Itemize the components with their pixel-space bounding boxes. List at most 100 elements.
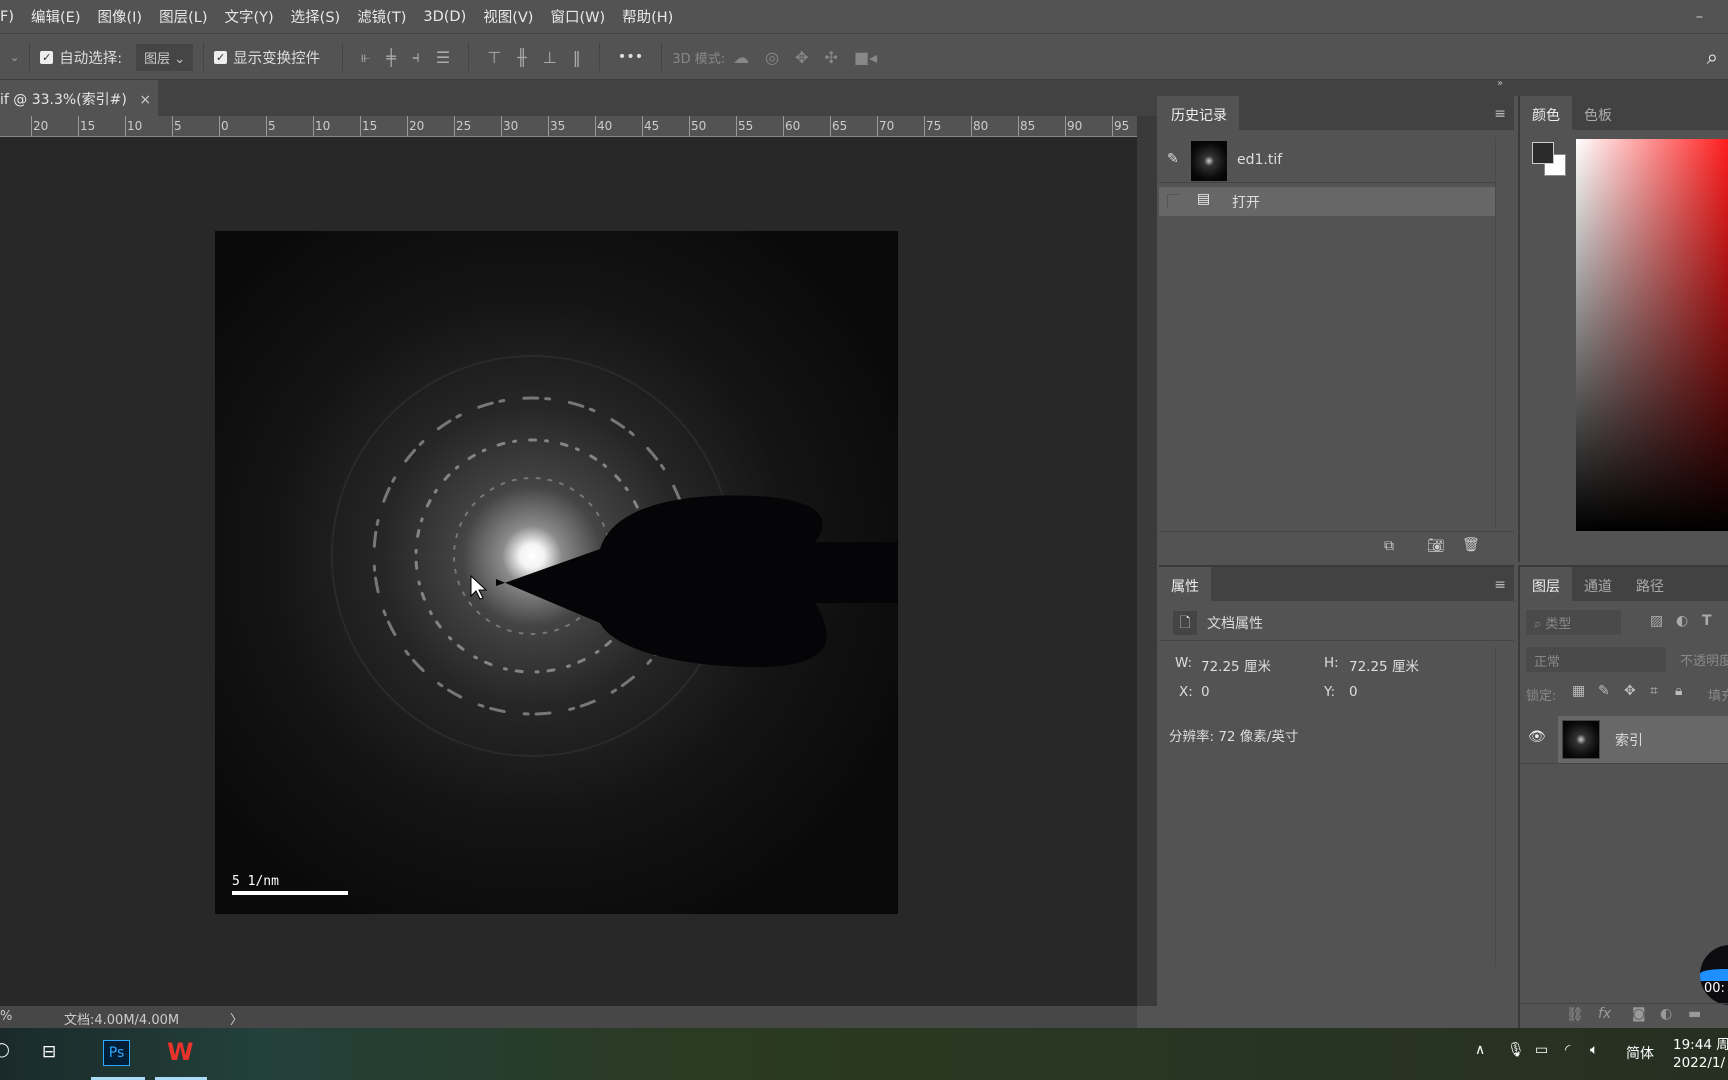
menu-3d[interactable]: 3D(D) (423, 9, 466, 25)
collapse-panels-icon[interactable]: » (1497, 78, 1503, 89)
taskbar-photoshop[interactable]: Ps (91, 1028, 145, 1080)
align-right-icon[interactable]: ⫞ (412, 47, 420, 67)
show-transform-checkbox[interactable]: ✓ (214, 50, 228, 64)
document-tab[interactable]: if @ 33.3%(索引#) × (0, 80, 158, 116)
wifi-icon[interactable]: ◜ (1565, 1042, 1570, 1058)
divider (203, 43, 205, 71)
input-method[interactable]: 简体 (1626, 1043, 1654, 1063)
lock-artboard-icon[interactable]: ⌗ (1650, 683, 1658, 699)
y-value[interactable]: 0 (1349, 684, 1358, 700)
tab-color[interactable]: 颜色 (1520, 96, 1572, 130)
cursor-icon (470, 574, 488, 600)
more-button[interactable]: ••• (618, 49, 644, 65)
battery-icon[interactable]: ▭ (1535, 1042, 1548, 1058)
zoom-level[interactable]: % (0, 1009, 12, 1024)
orbit-icon[interactable]: ☁ (733, 48, 749, 67)
type-filter-icon[interactable]: T (1702, 613, 1712, 629)
layer-name[interactable]: 索引 (1615, 730, 1643, 750)
search-circle-icon[interactable]: ◯ (0, 1042, 10, 1058)
menu-type[interactable]: 文字(Y) (224, 6, 273, 27)
lock-label: 锁定: (1526, 689, 1557, 704)
pan-icon[interactable]: ✥ (795, 48, 808, 67)
distribute-vertical-icon[interactable]: ‖ (573, 48, 581, 67)
menu-file[interactable]: F) (0, 9, 14, 25)
tab-layers[interactable]: 图层 (1520, 567, 1572, 601)
chevron-down-icon[interactable]: ⌄ (10, 51, 19, 64)
tab-properties[interactable]: 属性 (1159, 567, 1211, 601)
visibility-eye-icon[interactable]: 👁︎ (1528, 729, 1546, 745)
menu-filter[interactable]: 滤镜(T) (357, 6, 406, 27)
new-document-icon[interactable]: ⧉ (1384, 538, 1394, 554)
menu-image[interactable]: 图像(I) (97, 6, 142, 27)
volume-icon[interactable]: 🔈︎ (1590, 1042, 1598, 1058)
link-layers-icon[interactable]: ⛓︎ (1566, 1007, 1584, 1023)
history-snapshot[interactable]: ✎ ed1.tif (1159, 139, 1495, 183)
tab-paths[interactable]: 路径 (1624, 567, 1676, 601)
vertical-scrollbar[interactable] (1137, 116, 1157, 1006)
history-scrollbar[interactable] (1495, 138, 1496, 528)
width-value[interactable]: 72.25 厘米 (1201, 655, 1271, 675)
history-state-checkbox[interactable] (1167, 194, 1180, 207)
menu-edit[interactable]: 编辑(E) (31, 6, 80, 27)
layer-row[interactable]: 👁︎ 索引 (1520, 716, 1728, 764)
taskbar-wps[interactable]: W (155, 1028, 207, 1080)
trash-icon[interactable]: 🗑︎ (1462, 537, 1480, 553)
group-folder-icon[interactable]: ▬ (1688, 1006, 1701, 1022)
lock-move-icon[interactable]: ✥ (1624, 683, 1636, 699)
status-menu-arrow[interactable]: 〉 (230, 1009, 243, 1028)
menu-layer[interactable]: 图层(L) (159, 6, 207, 27)
snapshot-camera-icon[interactable]: 📷︎ (1427, 538, 1445, 554)
lock-transparency-icon[interactable]: ▦ (1572, 683, 1585, 699)
align-top-icon[interactable]: ⊤ (487, 48, 501, 67)
slide-icon[interactable]: ✣ (825, 48, 838, 67)
properties-scrollbar[interactable] (1495, 647, 1496, 967)
menu-window[interactable]: 窗口(W) (550, 6, 605, 27)
tab-history[interactable]: 历史记录 (1159, 96, 1239, 130)
blend-mode-dropdown[interactable]: 正常 (1526, 647, 1666, 672)
ruler-label: 70 (879, 119, 895, 133)
x-value[interactable]: 0 (1201, 684, 1210, 700)
clock-time[interactable]: 19:44 周 (1673, 1033, 1728, 1053)
tab-swatches[interactable]: 色板 (1572, 96, 1624, 130)
foreground-color-swatch[interactable] (1532, 142, 1554, 164)
roll-icon[interactable]: ◎ (765, 48, 779, 67)
image-filter-icon[interactable]: ▨ (1650, 613, 1663, 629)
menu-select[interactable]: 选择(S) (291, 6, 341, 27)
add-mask-icon[interactable]: ◙ (1632, 1006, 1646, 1022)
align-left-icon[interactable]: ⫦ (361, 47, 370, 67)
fx-icon[interactable]: fx (1598, 1006, 1611, 1022)
search-icon[interactable]: ⌕ (1707, 45, 1718, 69)
history-brush-icon[interactable]: ✎ (1167, 151, 1179, 167)
auto-select-checkbox[interactable]: ✓ (40, 50, 54, 64)
height-value[interactable]: 72.25 厘米 (1349, 655, 1419, 675)
adjustment-filter-icon[interactable]: ◐ (1676, 613, 1688, 629)
history-item[interactable]: ▤ 打开 (1159, 187, 1495, 216)
auto-select-dropdown[interactable]: 图层 ⌄ (136, 43, 194, 71)
align-bottom-icon[interactable]: ⊥ (543, 48, 557, 67)
task-view-icon[interactable]: ⊟ (42, 1042, 56, 1062)
diffraction-image: 5 1/nm (215, 231, 898, 914)
align-middle-icon[interactable]: ╫ (517, 48, 527, 67)
close-tab-button[interactable]: × (139, 92, 151, 108)
lock-brush-icon[interactable]: ✎ (1598, 683, 1610, 699)
menu-help[interactable]: 帮助(H) (622, 6, 673, 27)
ruler-label: 95 (1114, 119, 1130, 133)
adjustment-layer-icon[interactable]: ◐ (1660, 1006, 1672, 1022)
layer-filter-dropdown[interactable]: ⌕ 类型 (1526, 610, 1621, 635)
align-center-icon[interactable]: ╪ (386, 48, 396, 67)
panel-menu-icon[interactable]: ≡ (1494, 106, 1506, 122)
lock-all-icon[interactable]: 🔒︎ (1675, 683, 1682, 699)
divider (468, 43, 470, 71)
clock-date[interactable]: 2022/1/ (1673, 1055, 1725, 1071)
ruler-tick (407, 116, 408, 136)
panel-menu-icon[interactable]: ≡ (1494, 577, 1506, 593)
tab-channels[interactable]: 通道 (1572, 567, 1624, 601)
minimize-button[interactable]: – (1696, 9, 1703, 25)
color-picker-field[interactable] (1576, 139, 1728, 531)
tray-chevron-icon[interactable]: ∧ (1475, 1042, 1485, 1058)
camera-icon[interactable]: ■◂ (854, 48, 877, 67)
microphone-icon[interactable]: 🎙︎ (1507, 1042, 1525, 1058)
distribute-icon[interactable]: ☰ (436, 48, 450, 67)
screen-recorder-widget[interactable]: 00: (1700, 945, 1728, 1005)
menu-view[interactable]: 视图(V) (483, 6, 533, 27)
